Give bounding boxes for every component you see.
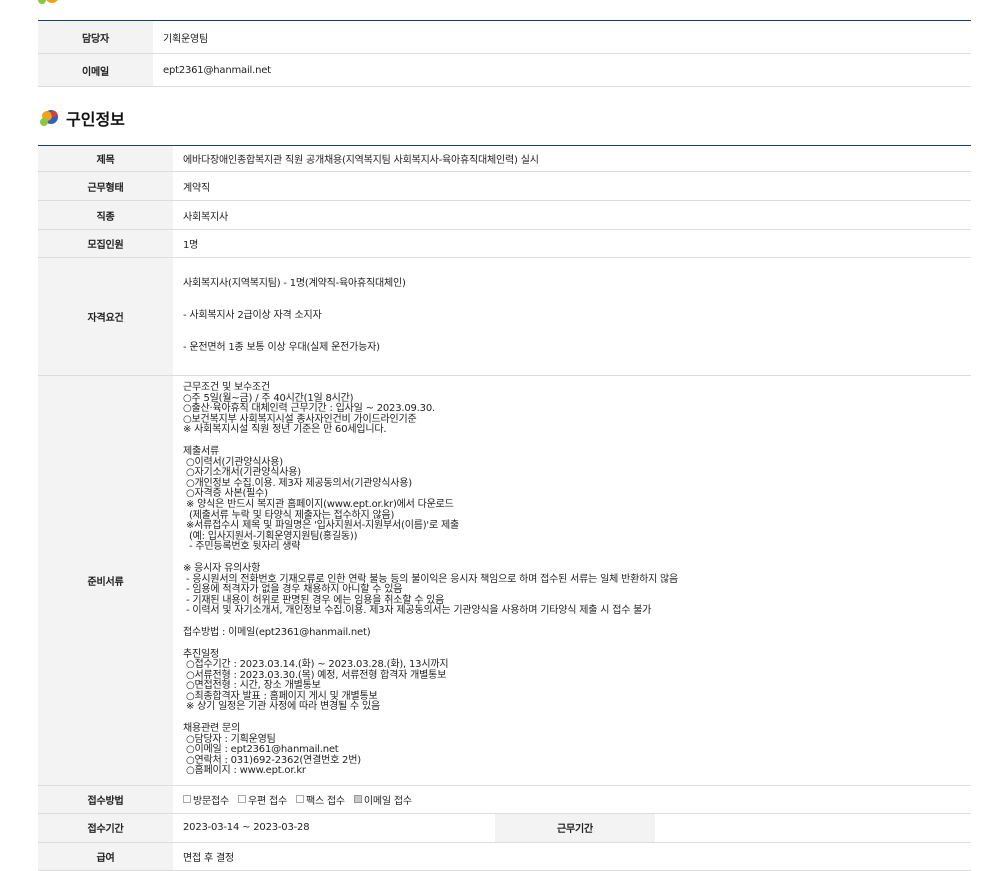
job-title-value: 에바다장애인종합복지관 직원 공개채용(지역복지팀 사회복지사-육아휴직대체인력…	[173, 145, 972, 172]
job-period-label: 접수기간	[38, 813, 173, 843]
table-row: 이메일 ept2361@hanmail.net	[38, 53, 971, 87]
method-email: 이메일 접수	[353, 792, 412, 807]
job-period-value: 2023-03-14 ~ 2023-03-28	[173, 813, 495, 843]
section-title: 구인정보	[66, 110, 125, 129]
job-count-value: 1명	[173, 229, 972, 258]
application-method-block: 접수방법 : 이메일(ept2361@hanmail.net)	[183, 626, 371, 638]
method-label: 우편 접수	[247, 795, 287, 807]
required-documents-block: 제출서류 ○이력서(기관양식사용) ○자기소개서(기관양식사용) ○개인정보 수…	[183, 446, 459, 553]
table-row: 직종 사회복지사	[38, 200, 972, 230]
section-bullet-icon	[40, 110, 58, 126]
method-mail: 우편 접수	[237, 792, 287, 807]
table-row: 접수방법 방문접수 우편 접수 팩스 접수 이메일 접수	[38, 785, 972, 814]
section-bullet-icon	[38, 0, 58, 4]
work-conditions-block: 근무조건 및 보수조건 ○주 5일(월~금) / 주 40시간(1일 8시간) …	[183, 382, 435, 436]
job-category-label: 직종	[38, 200, 173, 230]
checkbox-icon	[295, 795, 304, 804]
job-work-period-label: 근무기간	[495, 813, 655, 843]
job-title-label: 제목	[38, 145, 173, 172]
method-label: 방문접수	[193, 795, 229, 807]
section-heading: 구인정보	[38, 106, 125, 130]
table-row: 준비서류 근무조건 및 보수조건 ○주 5일(월~금) / 주 40시간(1일 …	[38, 375, 972, 786]
table-row: 자격요건 사회복지사(지역복지팀) - 1명(계약직-육아휴직대체인) - 사회…	[38, 257, 972, 376]
job-info-table: 제목 에바다장애인종합복지관 직원 공개채용(지역복지팀 사회복지사-육아휴직대…	[38, 145, 972, 871]
contact-email-label: 이메일	[38, 53, 153, 87]
job-documents-label: 준비서류	[38, 375, 173, 786]
checkbox-checked-icon	[353, 795, 362, 804]
method-fax: 팩스 접수	[295, 792, 345, 807]
table-row: 모집인원 1명	[38, 229, 972, 258]
method-label: 팩스 접수	[305, 795, 345, 807]
job-salary-label: 급여	[38, 842, 173, 871]
job-qualification-value: 사회복지사(지역복지팀) - 1명(계약직-육아휴직대체인) - 사회복지사 2…	[173, 257, 972, 376]
checkbox-icon	[183, 795, 191, 804]
method-label: 이메일 접수	[363, 795, 412, 807]
job-type-label: 근무형태	[38, 171, 173, 201]
job-work-period-value	[655, 813, 972, 843]
method-visit: 방문접수	[183, 792, 229, 807]
contact-manager-value: 기획운영팀	[153, 20, 971, 54]
applicant-notes-block: ※ 응시자 유의사항 - 응시원서의 전화번호 기재오류로 인한 연락 불능 등…	[183, 562, 679, 617]
job-salary-value: 면접 후 결정	[173, 842, 972, 871]
checkbox-icon	[237, 795, 246, 804]
table-row: 급여 면접 후 결정	[38, 842, 972, 871]
schedule-block: 추진일정 ○접수기간 : 2023.03.14.(화) ~ 2023.03.28…	[183, 648, 449, 713]
job-method-label: 접수방법	[38, 785, 173, 814]
qualification-line: - 운전면허 1종 보통 이상 우대(실제 운전가능자)	[183, 341, 380, 353]
qualification-line: 사회복지사(지역복지팀) - 1명(계약직-육아휴직대체인)	[183, 278, 406, 290]
job-qualification-label: 자격요건	[38, 257, 173, 376]
table-row: 근무형태 계약직	[38, 171, 972, 201]
job-documents-value: 근무조건 및 보수조건 ○주 5일(월~금) / 주 40시간(1일 8시간) …	[173, 375, 972, 786]
qualification-line: - 사회복지사 2급이상 자격 소지자	[183, 309, 322, 321]
job-count-label: 모집인원	[38, 229, 173, 258]
job-method-value: 방문접수 우편 접수 팩스 접수 이메일 접수	[173, 785, 972, 814]
contact-manager-label: 담당자	[38, 20, 153, 54]
inquiry-block: 채용관련 문의 ○담당자 : 기획운영팀 ○이메일 : ept2361@hanm…	[183, 723, 361, 777]
table-row: 접수기간 2023-03-14 ~ 2023-03-28 근무기간	[38, 813, 972, 843]
table-row: 제목 에바다장애인종합복지관 직원 공개채용(지역복지팀 사회복지사-육아휴직대…	[38, 145, 972, 172]
job-category-value: 사회복지사	[173, 200, 972, 230]
job-type-value: 계약직	[173, 171, 972, 201]
table-row: 담당자 기획운영팀	[38, 20, 971, 54]
contact-email-value: ept2361@hanmail.net	[153, 53, 971, 87]
contact-table: 담당자 기획운영팀 이메일 ept2361@hanmail.net	[38, 20, 971, 87]
